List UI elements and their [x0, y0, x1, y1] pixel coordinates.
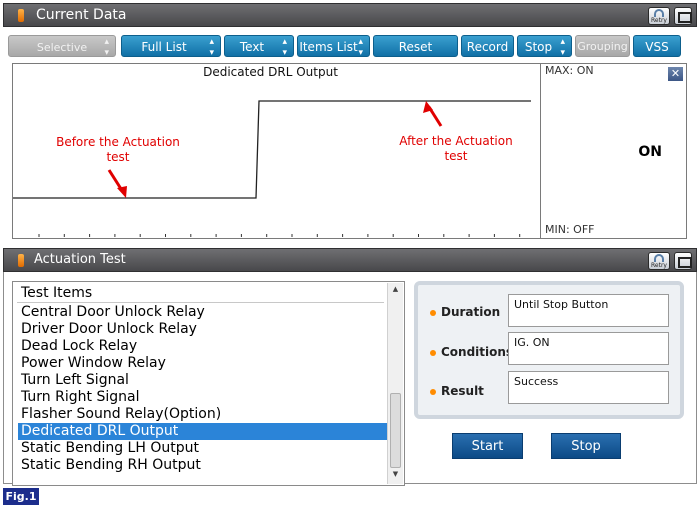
scroll-up-icon[interactable]: ▲	[388, 285, 403, 297]
conditions-label: Conditions	[430, 345, 513, 359]
window-toggle-button[interactable]	[674, 252, 692, 270]
retry-button[interactable]: Retry	[648, 7, 670, 25]
result-label: Result	[430, 384, 484, 398]
updown-arrow-icon: ▴ ▾	[358, 37, 363, 58]
actuation-test-title: Actuation Test	[34, 252, 126, 267]
updown-arrow-icon: ▴ ▾	[282, 37, 287, 58]
vss-button[interactable]: VSS	[633, 35, 681, 57]
panel-marker-icon	[18, 254, 24, 267]
record-button[interactable]: Record	[461, 35, 514, 57]
test-items-list[interactable]: Test Items Central Door Unlock Relay Driv…	[12, 281, 405, 486]
close-icon[interactable]: ✕	[668, 67, 683, 81]
screen: Current Data Retry Selective Display ▴▾ …	[0, 0, 700, 514]
conditions-value: IG. ON	[508, 332, 669, 365]
updown-arrow-icon: ▴ ▾	[104, 37, 109, 58]
panel-marker-icon	[18, 9, 24, 22]
retry-icon	[654, 9, 664, 17]
current-value: ON	[638, 144, 662, 160]
figure-label: Fig.1	[3, 488, 39, 505]
list-item[interactable]: Turn Left Signal	[18, 372, 387, 389]
value-panel: MAX: ON ON MIN: OFF ✕	[541, 63, 687, 239]
bullet-icon	[430, 388, 436, 395]
stop-select[interactable]: Stop ▴ ▾	[517, 35, 572, 58]
scroll-down-icon[interactable]: ▼	[388, 470, 403, 482]
window-toggle-button[interactable]	[674, 7, 692, 25]
bullet-icon	[430, 349, 436, 356]
list-item[interactable]: Flasher Sound Relay(Option)	[18, 406, 387, 423]
selective-display-select[interactable]: Selective Display ▴▾	[8, 35, 116, 77]
max-readout: MAX: ON	[545, 64, 594, 77]
retry-icon	[654, 254, 664, 262]
list-item[interactable]: Power Window Relay	[18, 355, 387, 372]
list-item[interactable]: Dead Lock Relay	[18, 338, 387, 355]
retry-button[interactable]: Retry	[648, 252, 670, 270]
list-item[interactable]: Static Bending RH Output	[18, 457, 387, 474]
grouping-button[interactable]: Grouping	[575, 35, 630, 57]
updown-arrow-icon: ▴ ▾	[560, 37, 565, 58]
current-data-header: Current Data Retry	[3, 3, 697, 27]
result-value: Success	[508, 371, 669, 404]
reset-minmax-button[interactable]: Reset Min.Max	[373, 35, 458, 76]
duration-label: Duration	[430, 305, 500, 319]
list-item[interactable]: Central Door Unlock Relay	[18, 304, 387, 321]
graph-area: Dedicated DRL Output Before the Actuatio…	[12, 63, 541, 239]
text-select[interactable]: Text ▴ ▾	[224, 35, 294, 58]
list-item[interactable]: Turn Right Signal	[18, 389, 387, 406]
start-button[interactable]: Start	[452, 433, 523, 459]
bullet-icon	[430, 309, 436, 316]
updown-arrow-icon: ▴ ▾	[209, 37, 214, 58]
annotation-before: Before the Actuation test	[56, 135, 180, 164]
axis-ticks	[38, 234, 521, 237]
actuation-test-header: Actuation Test Retry	[3, 248, 697, 272]
list-item[interactable]: Driver Door Unlock Relay	[18, 321, 387, 338]
list-scrollbar[interactable]: ▲ ▼	[387, 283, 403, 484]
list-header-divider	[17, 302, 384, 303]
full-list-select[interactable]: Full List ▴ ▾	[121, 35, 221, 58]
list-item[interactable]: Dedicated DRL Output	[18, 423, 387, 440]
stop-button[interactable]: Stop	[551, 433, 621, 459]
test-info-panel: Duration Until Stop Button Conditions IG…	[414, 281, 684, 419]
list-item[interactable]: Static Bending LH Output	[18, 440, 387, 457]
items-list-select[interactable]: Items List ▴ ▾	[297, 35, 370, 58]
duration-value: Until Stop Button	[508, 294, 669, 327]
annotation-after: After the Actuation test	[399, 134, 513, 163]
list-header: Test Items	[21, 285, 93, 301]
current-data-title: Current Data	[36, 7, 127, 23]
scroll-thumb[interactable]	[390, 393, 401, 468]
min-readout: MIN: OFF	[545, 223, 595, 236]
annotation-arrowhead-before	[117, 186, 127, 198]
